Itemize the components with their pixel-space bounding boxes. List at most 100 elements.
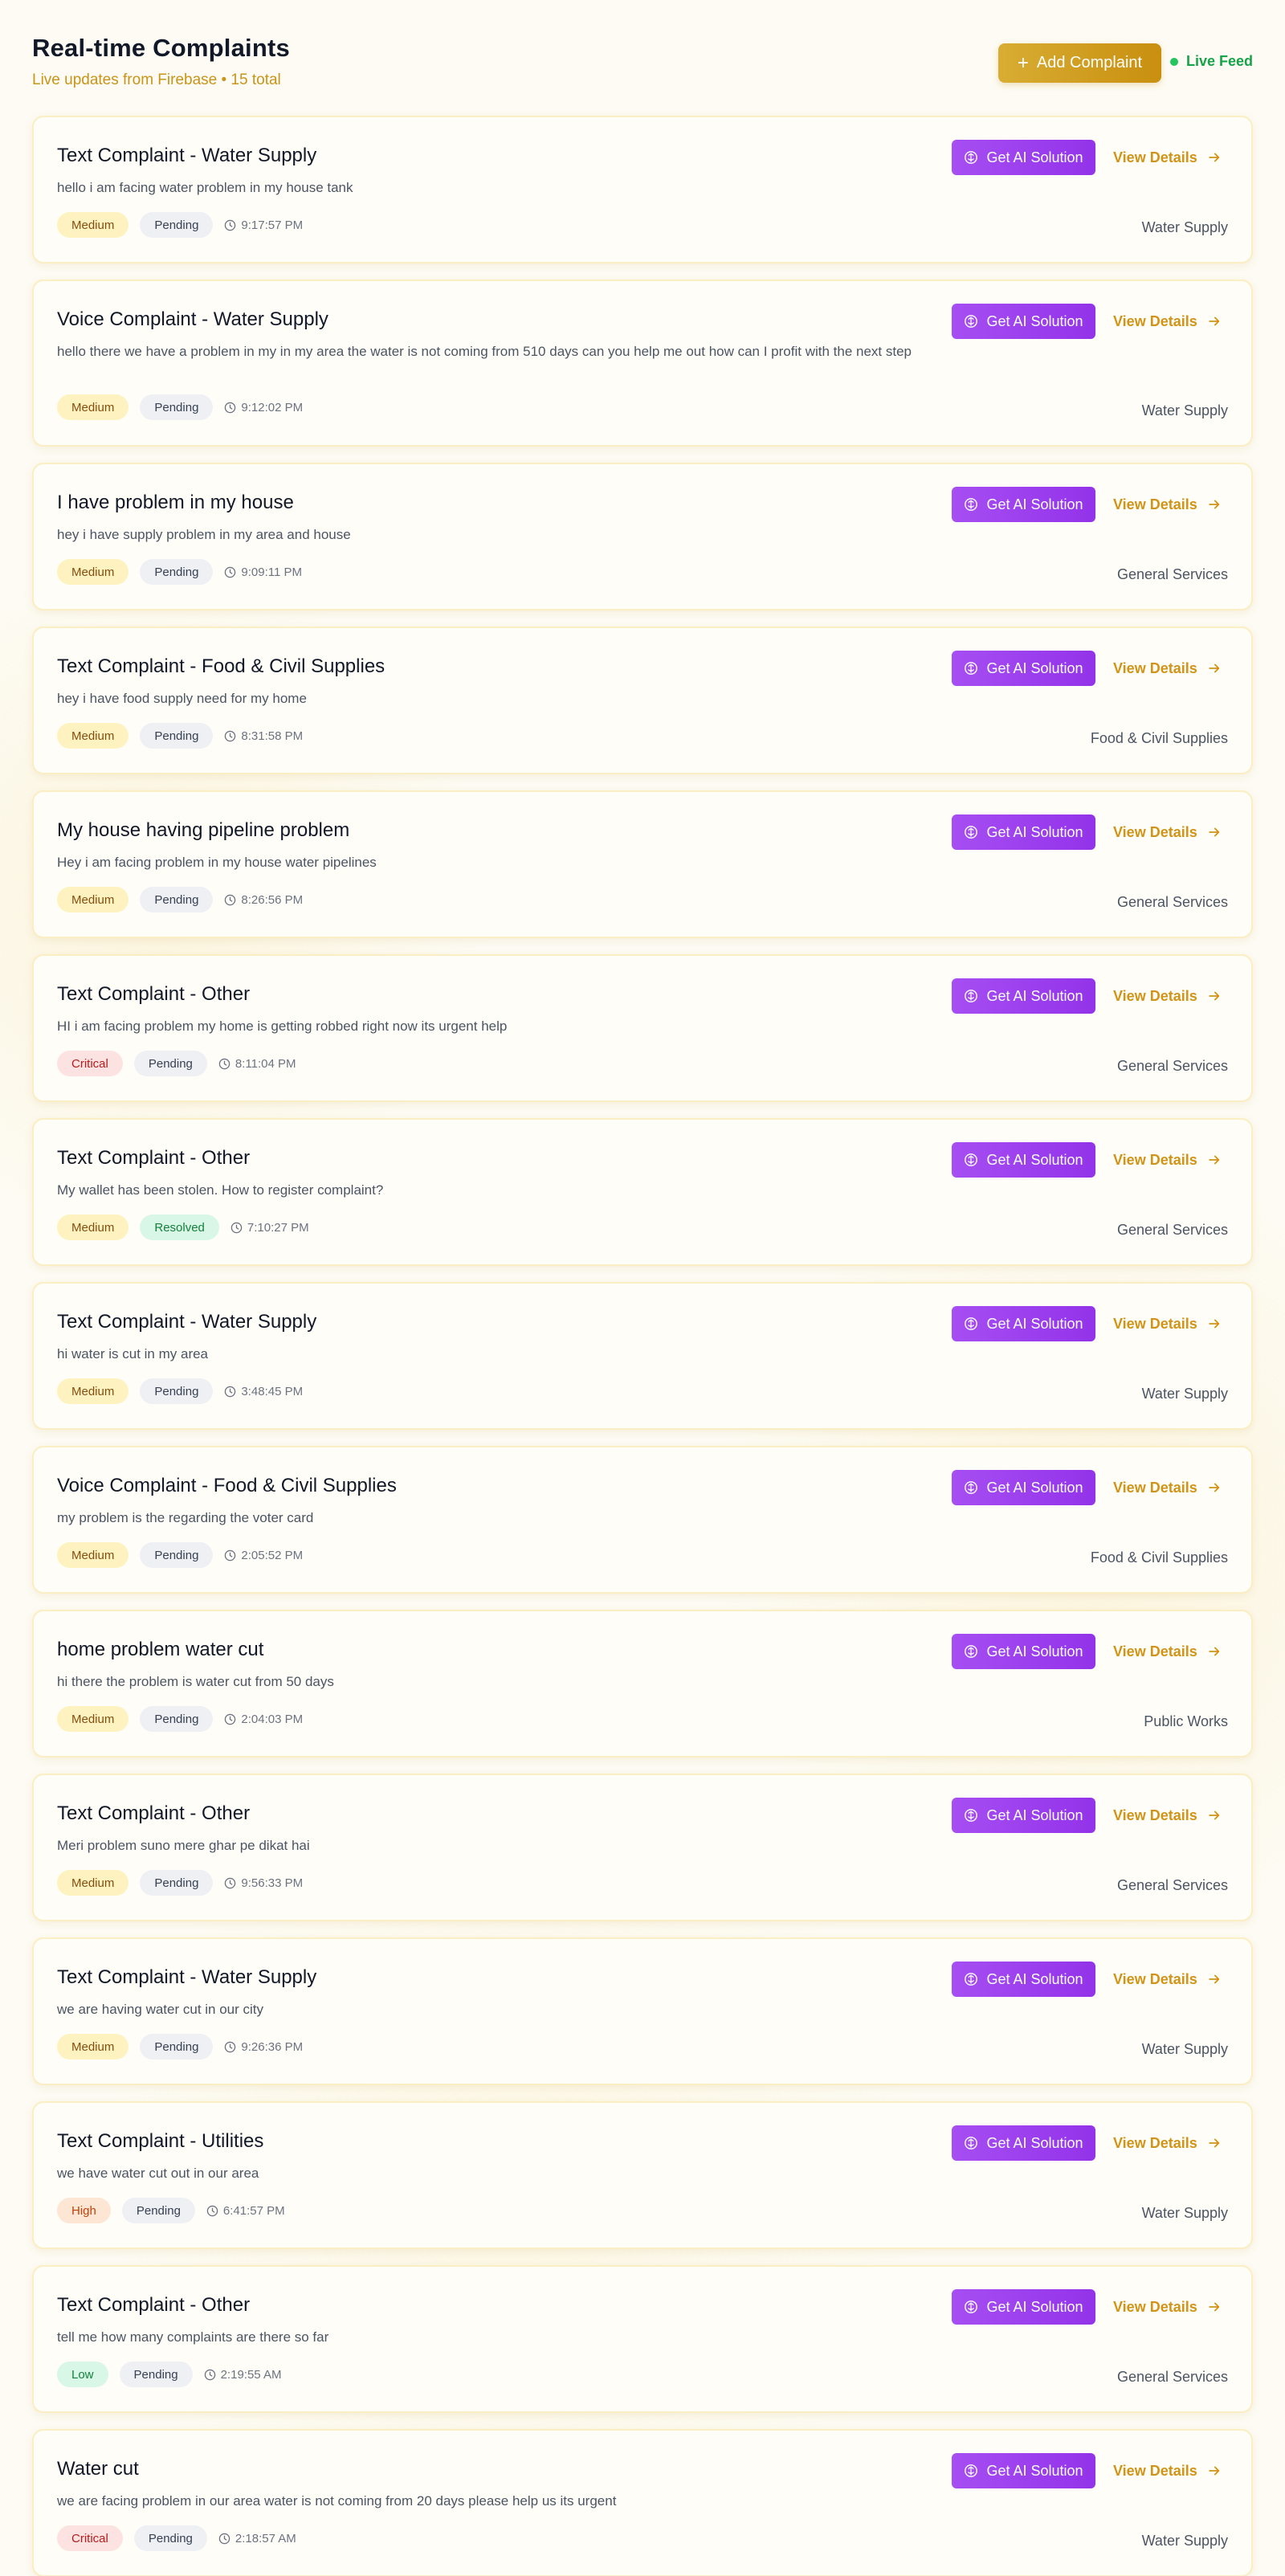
complaint-meta: Critical Pending 8:11:04 PM <box>57 1051 296 1076</box>
get-ai-solution-button[interactable]: Get AI Solution <box>952 1306 1095 1341</box>
view-details-link[interactable]: View Details <box>1113 654 1222 683</box>
get-ai-solution-button[interactable]: Get AI Solution <box>952 2453 1095 2488</box>
status-badge: Pending <box>140 723 214 749</box>
get-ai-solution-button[interactable]: Get AI Solution <box>952 140 1095 175</box>
view-details-link[interactable]: View Details <box>1113 143 1222 172</box>
get-ai-solution-button[interactable]: Get AI Solution <box>952 2289 1095 2325</box>
arrow-right-icon <box>1208 1483 1220 1492</box>
get-ai-solution-button[interactable]: Get AI Solution <box>952 2125 1095 2161</box>
complaint-description: hello there we have a problem in my in m… <box>57 344 912 359</box>
get-ai-solution-button[interactable]: Get AI Solution <box>952 1798 1095 1833</box>
complaint-category: Water Supply <box>1141 2041 1228 2057</box>
view-details-link[interactable]: View Details <box>1113 2292 1222 2321</box>
complaint-time: 9:56:33 PM <box>224 1876 303 1890</box>
complaint-category: Public Works <box>1144 1713 1228 1729</box>
get-ai-solution-button[interactable]: Get AI Solution <box>952 978 1095 1014</box>
arrow-right-icon <box>1208 663 1220 673</box>
complaint-card[interactable]: Text Complaint - Food & Civil Supplies h… <box>32 627 1253 774</box>
view-details-label: View Details <box>1113 987 1197 1004</box>
view-details-label: View Details <box>1113 1151 1197 1168</box>
complaint-card[interactable]: home problem water cut hi there the prob… <box>32 1610 1253 1757</box>
complaint-time-text: 9:26:36 PM <box>241 2039 304 2054</box>
view-details-label: View Details <box>1113 1315 1197 1332</box>
complaint-category: Water Supply <box>1141 1386 1228 1402</box>
priority-badge: Medium <box>57 723 129 749</box>
clock-icon <box>225 219 236 231</box>
complaint-card[interactable]: Text Complaint - Water Supply we are hav… <box>32 1937 1253 2085</box>
complaint-meta: Medium Pending 3:48:45 PM <box>57 1378 303 1404</box>
get-ai-solution-button[interactable]: Get AI Solution <box>952 1634 1095 1669</box>
get-ai-solution-button[interactable]: Get AI Solution <box>952 487 1095 522</box>
clock-icon <box>225 1386 236 1397</box>
complaint-title: Voice Complaint - Food & Civil Supplies <box>57 1475 397 1496</box>
view-details-label: View Details <box>1113 149 1197 165</box>
complaint-card[interactable]: I have problem in my house hey i have su… <box>32 463 1253 610</box>
complaint-card[interactable]: Text Complaint - Utilities we have water… <box>32 2101 1253 2249</box>
complaint-time: 7:10:27 PM <box>230 1221 309 1235</box>
complaint-category: General Services <box>1116 1058 1228 1074</box>
complaint-card[interactable]: Text Complaint - Water Supply hello i am… <box>32 116 1253 263</box>
complaint-title: Text Complaint - Other <box>57 983 251 1005</box>
view-details-label: View Details <box>1113 2298 1197 2315</box>
status-badge: Pending <box>119 2362 193 2387</box>
complaint-meta: Medium Resolved 7:10:27 PM <box>57 1215 309 1240</box>
complaint-time-text: 9:09:11 PM <box>241 565 303 579</box>
get-ai-solution-label: Get AI Solution <box>986 2134 1083 2151</box>
status-badge: Pending <box>140 1706 214 1732</box>
view-details-link[interactable]: View Details <box>1113 307 1222 336</box>
complaint-time: 9:17:57 PM <box>224 218 303 232</box>
complaint-title: home problem water cut <box>57 1639 264 1660</box>
view-details-link[interactable]: View Details <box>1113 1965 1222 1994</box>
view-details-link[interactable]: View Details <box>1113 1637 1222 1666</box>
add-complaint-label: Add Complaint <box>1036 54 1143 71</box>
get-ai-solution-button[interactable]: Get AI Solution <box>952 304 1095 339</box>
complaint-meta: Medium Pending 8:26:56 PM <box>57 887 303 912</box>
complaint-card[interactable]: Voice Complaint - Food & Civil Supplies … <box>32 1446 1253 1594</box>
complaint-card[interactable]: My house having pipeline problem Hey i a… <box>32 790 1253 938</box>
brain-icon <box>965 1481 978 1494</box>
get-ai-solution-label: Get AI Solution <box>986 1315 1083 1332</box>
clock-icon <box>225 894 236 905</box>
get-ai-solution-label: Get AI Solution <box>986 1806 1083 1823</box>
view-details-link[interactable]: View Details <box>1113 1801 1222 1830</box>
brain-icon <box>965 990 978 1002</box>
priority-badge: Medium <box>57 559 129 585</box>
complaint-time-text: 2:05:52 PM <box>241 1548 304 1562</box>
clock-icon <box>225 1713 236 1725</box>
complaint-category: Food & Civil Supplies <box>1090 730 1228 746</box>
brain-icon <box>965 1317 978 1330</box>
complaint-time: 3:48:45 PM <box>224 1385 303 1398</box>
complaint-card[interactable]: Voice Complaint - Water Supply hello the… <box>32 280 1253 447</box>
complaint-category: General Services <box>1116 566 1228 582</box>
get-ai-solution-button[interactable]: Get AI Solution <box>952 1142 1095 1178</box>
view-details-label: View Details <box>1113 1806 1197 1823</box>
complaint-time-text: 2:18:57 AM <box>235 2531 296 2545</box>
complaint-time-text: 9:12:02 PM <box>241 400 304 414</box>
complaint-card[interactable]: Text Complaint - Other HI i am facing pr… <box>32 954 1253 1102</box>
get-ai-solution-button[interactable]: Get AI Solution <box>952 651 1095 686</box>
get-ai-solution-button[interactable]: Get AI Solution <box>952 814 1095 850</box>
view-details-link[interactable]: View Details <box>1113 818 1222 847</box>
complaint-card[interactable]: Water cut we are facing problem in our a… <box>32 2429 1253 2576</box>
brain-icon <box>965 662 978 675</box>
view-details-link[interactable]: View Details <box>1113 982 1222 1010</box>
view-details-link[interactable]: View Details <box>1113 2456 1222 2485</box>
view-details-link[interactable]: View Details <box>1113 1473 1222 1502</box>
brain-icon <box>965 1153 978 1166</box>
complaint-description: we have water cut out in our area <box>57 2166 259 2181</box>
view-details-link[interactable]: View Details <box>1113 1309 1222 1338</box>
view-details-label: View Details <box>1113 823 1197 840</box>
clock-icon <box>225 566 236 578</box>
brain-icon <box>965 2300 978 2313</box>
complaint-card[interactable]: Text Complaint - Other My wallet has bee… <box>32 1118 1253 1266</box>
status-badge: Pending <box>133 2525 207 2551</box>
add-complaint-button[interactable]: + Add Complaint <box>998 43 1161 83</box>
get-ai-solution-button[interactable]: Get AI Solution <box>952 1470 1095 1505</box>
get-ai-solution-button[interactable]: Get AI Solution <box>952 1962 1095 1997</box>
complaint-card[interactable]: Text Complaint - Other Meri problem suno… <box>32 1774 1253 1921</box>
view-details-link[interactable]: View Details <box>1113 490 1222 519</box>
view-details-link[interactable]: View Details <box>1113 1145 1222 1174</box>
complaint-card[interactable]: Text Complaint - Water Supply hi water i… <box>32 1282 1253 1430</box>
view-details-link[interactable]: View Details <box>1113 2129 1222 2158</box>
complaint-card[interactable]: Text Complaint - Other tell me how many … <box>32 2265 1253 2413</box>
